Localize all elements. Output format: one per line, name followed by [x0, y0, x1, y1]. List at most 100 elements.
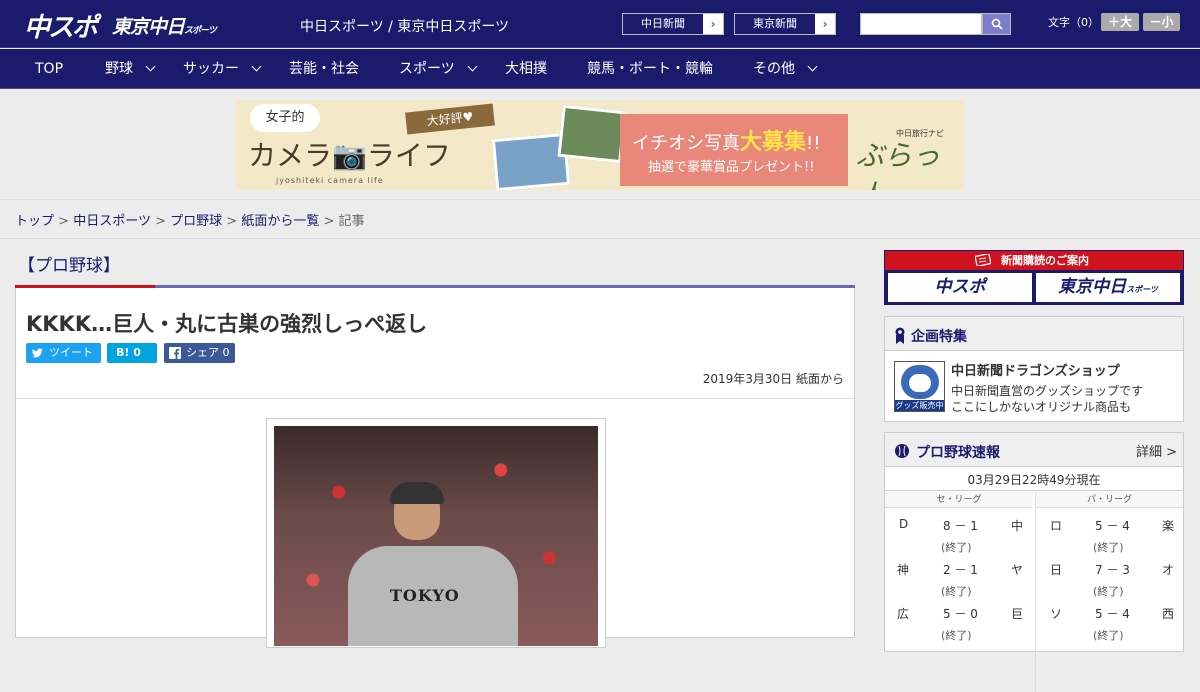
subscribe-chusupo-link[interactable]: 中スポ: [888, 273, 1032, 302]
breadcrumb-sep: >: [155, 214, 166, 229]
chunichi-shimbun-link[interactable]: 中日新聞 ›: [622, 13, 724, 35]
score-value[interactable]: 5 － 4: [1095, 517, 1130, 534]
breadcrumb-sep: >: [226, 214, 238, 229]
chevron-down-icon: [807, 61, 818, 72]
article-title: KKKK…巨人・丸に古巣の強烈しっぺ返し: [26, 312, 428, 336]
tokyo-chunichi-logo[interactable]: 東京中日スポーツ: [112, 12, 217, 39]
nav-other-label: その他: [753, 61, 795, 77]
chunichi-link-label: 中日新聞: [641, 17, 685, 30]
facebook-icon: [169, 347, 181, 359]
breadcrumb-top[interactable]: トップ: [15, 214, 54, 229]
subscription-banner: 新聞購読のご案内 中スポ 東京中日スポーツ: [884, 250, 1184, 305]
shop-description: 中日新聞直営のグッズショップです: [951, 384, 1144, 398]
nav-baseball[interactable]: 野球: [105, 49, 156, 89]
scores-box-header: プロ野球速報 詳細 >: [885, 433, 1183, 467]
score-away-team: 巨: [1011, 607, 1024, 621]
score-value[interactable]: 8 － 1: [943, 517, 978, 534]
facebook-share-button[interactable]: シェア 0: [164, 343, 235, 363]
search-input[interactable]: [860, 13, 982, 35]
divider: [16, 398, 854, 399]
tokyo-logo-small: スポーツ: [184, 26, 217, 36]
search-icon: [991, 18, 1003, 30]
ad-headline-bold: 大募集: [740, 130, 807, 155]
score-away-team: ヤ: [1011, 563, 1024, 577]
tweet-button[interactable]: ツイート: [26, 343, 101, 363]
tweet-label: ツイート: [49, 346, 93, 359]
divider: [1035, 492, 1036, 692]
shop-image-label: グッズ販売中: [895, 400, 944, 411]
nav-racing[interactable]: 競馬・ボート・競輪: [587, 49, 713, 89]
ad-subline: 抽選で豪華賞品プレゼント!!: [648, 160, 815, 175]
font-bigger-button[interactable]: ＋大: [1101, 13, 1139, 31]
score-home-team: 神: [897, 563, 910, 577]
score-away-team: 西: [1162, 607, 1175, 621]
chevron-down-icon: [145, 61, 156, 72]
site-header: 中スポ 東京中日スポーツ 中日スポーツ / 東京中日スポーツ 中日新聞 › 東京新…: [0, 0, 1200, 48]
camera-life-banner-ad[interactable]: 女子的 カメラ📷ライフ jyoshiteki camera life 大好評♥ …: [236, 100, 964, 190]
scores-box: プロ野球速報 詳細 > 03月29日22時49分現在 セ・リーグ パ・リーグ D…: [884, 432, 1184, 692]
twitter-icon: [32, 348, 43, 358]
chusupo-logo[interactable]: 中スポ: [24, 7, 98, 44]
sub-logo2-small: スポーツ: [1126, 285, 1158, 294]
score-value[interactable]: 5 － 0: [943, 605, 978, 622]
article-photo[interactable]: TOKYO: [266, 418, 606, 648]
score-away-team: オ: [1162, 563, 1175, 577]
breadcrumb-sep: >: [323, 214, 335, 229]
nav-sports-label: スポーツ: [399, 61, 455, 77]
chevron-down-icon: [251, 61, 262, 72]
font-smaller-button[interactable]: －小: [1143, 13, 1180, 31]
scores-detail-link[interactable]: 詳細 >: [1136, 441, 1177, 460]
scores-box-title: プロ野球速報: [916, 445, 1000, 461]
article-date: 2019年3月30日 紙面から: [702, 372, 844, 386]
score-status: (終了): [1093, 629, 1124, 642]
nav-sumo[interactable]: 大相撲: [505, 49, 547, 89]
breadcrumb-pro-baseball[interactable]: プロ野球: [170, 214, 222, 229]
breadcrumb-paper-list[interactable]: 紙面から一覧: [241, 214, 319, 229]
feature-box-title: 企画特集: [911, 329, 967, 345]
nav-top[interactable]: TOP: [35, 49, 63, 89]
subscription-header: 新聞購読のご案内: [885, 251, 1183, 270]
ad-brand: ぶらっ人: [856, 139, 941, 190]
nav-soccer[interactable]: サッカー: [183, 49, 262, 89]
ad-badge: 大好評♥: [405, 103, 495, 135]
shop-description: ここにしかないオリジナル商品も: [951, 400, 1132, 414]
score-value[interactable]: 2 － 1: [943, 561, 978, 578]
score-home-team: D: [899, 517, 909, 531]
ad-headline-post: !!: [806, 133, 821, 154]
breadcrumb-chusupo[interactable]: 中日スポーツ: [73, 214, 151, 229]
dragons-shop-link[interactable]: 中日新聞ドラゴンズショップ: [951, 360, 1120, 379]
chevron-right-icon: ›: [815, 14, 835, 34]
score-home-team: ソ: [1050, 607, 1063, 621]
score-value[interactable]: 5 － 4: [1095, 605, 1130, 622]
score-status: (終了): [941, 629, 972, 642]
score-away-team: 楽: [1162, 519, 1175, 533]
feature-box: 企画特集 グッズ販売中 中日新聞ドラゴンズショップ 中日新聞直営のグッズショップ…: [884, 316, 1184, 422]
font-size-label: 文字（0）: [1048, 16, 1099, 29]
nav-entertainment[interactable]: 芸能・社会: [289, 49, 359, 89]
breadcrumb: トップ > 中日スポーツ > プロ野球 > 紙面から一覧 > 記事: [15, 210, 365, 229]
baseball-icon: [895, 444, 909, 458]
score-value[interactable]: 7 － 3: [1095, 561, 1130, 578]
score-status: (終了): [1093, 541, 1124, 554]
divider: [0, 238, 1200, 239]
hatena-label: B! 0: [116, 346, 141, 359]
score-home-team: ロ: [1050, 519, 1063, 533]
hatena-bookmark-button[interactable]: B! 0: [107, 343, 157, 363]
score-home-team: 広: [897, 607, 910, 621]
tokyo-shimbun-link[interactable]: 東京新聞 ›: [734, 13, 836, 35]
feature-box-header: 企画特集: [885, 317, 1183, 351]
breadcrumb-current: 記事: [338, 214, 365, 229]
tokyo-link-label: 東京新聞: [753, 17, 797, 30]
subscribe-tokyo-chunichi-link[interactable]: 東京中日スポーツ: [1036, 273, 1180, 302]
nav-other[interactable]: その他: [753, 49, 818, 89]
ad-headline-panel: イチオシ写真大募集!! 抽選で豪華賞品プレゼント!!: [620, 114, 848, 186]
score-status: (終了): [1093, 585, 1124, 598]
search-button[interactable]: [982, 13, 1011, 35]
dragons-shop-image[interactable]: グッズ販売中: [894, 361, 945, 412]
article-card: KKKK…巨人・丸に古巣の強烈しっぺ返し ツイート B! 0 シェア 0 201…: [15, 288, 855, 648]
chevron-right-icon: ›: [703, 14, 723, 34]
nav-baseball-label: 野球: [105, 61, 133, 77]
main-nav: TOP 野球 サッカー 芸能・社会 スポーツ 大相撲 競馬・ボート・競輪 その他: [0, 49, 1200, 89]
tokyo-logo-text: 東京中日: [112, 16, 185, 38]
nav-sports[interactable]: スポーツ: [399, 49, 478, 89]
